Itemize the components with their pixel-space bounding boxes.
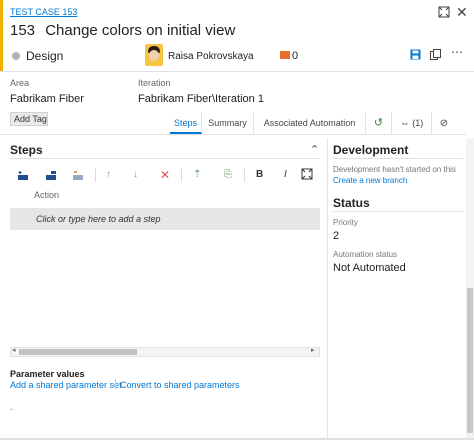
status-divider [333,211,463,212]
iteration-label: Iteration [138,78,171,88]
priority-field[interactable]: 2 [333,230,339,242]
state-field[interactable]: Design [26,49,63,63]
scrollbar-thumb[interactable] [19,349,137,355]
avatar [145,44,163,66]
steps-section-title: Steps [10,143,43,157]
work-item-id: 153 [10,22,36,39]
steps-divider [10,158,320,159]
steps-horizontal-scrollbar[interactable]: ◂ ▸ [10,347,320,357]
area-field[interactable]: Fabrikam Fiber [10,93,84,105]
add-shared-parameter-link[interactable]: Add a shared parameter set [10,380,122,390]
work-item-title[interactable]: 153 Change colors on initial view [10,22,235,39]
link-separator [115,379,116,389]
tab-steps[interactable]: Steps [170,112,202,134]
trailing-marker: - [10,404,13,414]
history-icon: ↺ [373,117,384,129]
work-item-title-text[interactable]: Change colors on initial view [45,22,235,39]
column-header-action: Action [34,190,60,200]
form-vertical-scrollbar[interactable] [466,138,474,438]
toolbar-separator [244,168,245,182]
copy-icon[interactable] [430,49,442,63]
delete-step-icon[interactable]: ✕ [160,168,170,182]
panel-divider [327,138,328,438]
tab-summary[interactable]: Summary [202,112,254,134]
automation-status-value: Not Automated [333,262,406,274]
links-count: (1) [412,118,424,128]
automation-status-label: Automation status [333,250,398,259]
iteration-field[interactable]: Fabrikam Fiber\Iteration 1 [138,93,264,105]
move-down-icon[interactable]: ↓ [133,169,138,180]
work-item-type-link[interactable]: TEST CASE 153 [10,7,77,17]
comment-count[interactable]: 0 [292,50,298,62]
toolbar-separator [181,168,182,182]
state-indicator-icon [12,52,20,60]
bold-icon[interactable]: B [256,169,263,180]
development-message: Development hasn't started on this [333,165,456,174]
development-divider [333,158,463,159]
header-divider [0,71,474,72]
parameter-values-title: Parameter values [10,369,85,379]
development-section-title: Development [333,143,409,157]
create-new-branch-link[interactable]: Create a new branch [333,176,407,185]
priority-label: Priority [333,218,358,227]
comment-icon[interactable] [280,51,290,59]
status-section-title: Status [333,196,370,210]
move-up-icon[interactable]: ↑ [106,169,111,180]
attachment-step-icon[interactable]: ⎘ [224,169,232,180]
area-label: Area [10,78,30,88]
insert-step-icon[interactable] [17,170,29,184]
close-icon[interactable]: ✕ [456,4,468,21]
assigned-to-field[interactable]: Raisa Pokrovskaya [168,51,254,62]
vertical-scrollbar-thumb[interactable] [467,288,473,433]
tabs-divider [0,134,466,135]
link-icon: ⇔ [399,118,410,129]
save-icon[interactable] [410,49,421,63]
steps-grid-header: Action [10,190,320,206]
add-tag-button[interactable]: Add Tag [10,112,48,126]
collapse-steps-icon[interactable]: ⌃ [310,143,319,156]
italic-icon[interactable]: I [284,169,287,180]
scroll-right-icon[interactable]: ▸ [311,346,315,354]
more-actions-icon[interactable]: ⋯ [451,45,463,59]
work-item-type-color-bar [0,0,3,72]
tab-associated-automation[interactable]: Associated Automation [254,112,366,134]
tab-bar: Steps Summary Associated Automation ↺ ⇔ … [170,112,466,134]
tab-attachments[interactable]: ⊘ [432,112,456,134]
insert-shared-steps-icon[interactable] [45,170,57,184]
tab-links[interactable]: ⇔ (1) [392,112,432,134]
convert-to-shared-parameters-link[interactable]: Convert to shared parameters [120,380,240,390]
toolbar-separator [95,168,96,182]
insert-parameter-icon[interactable]: ⇡ [193,169,201,180]
maximize-icon[interactable] [438,6,450,21]
fullscreen-icon[interactable] [301,168,313,183]
tab-history[interactable]: ↺ [366,112,392,134]
scroll-left-icon[interactable]: ◂ [12,346,16,354]
create-shared-steps-icon[interactable] [72,170,84,184]
add-step-row[interactable]: Click or type here to add a step [10,208,320,230]
attachment-icon: ⊘ [439,118,449,129]
